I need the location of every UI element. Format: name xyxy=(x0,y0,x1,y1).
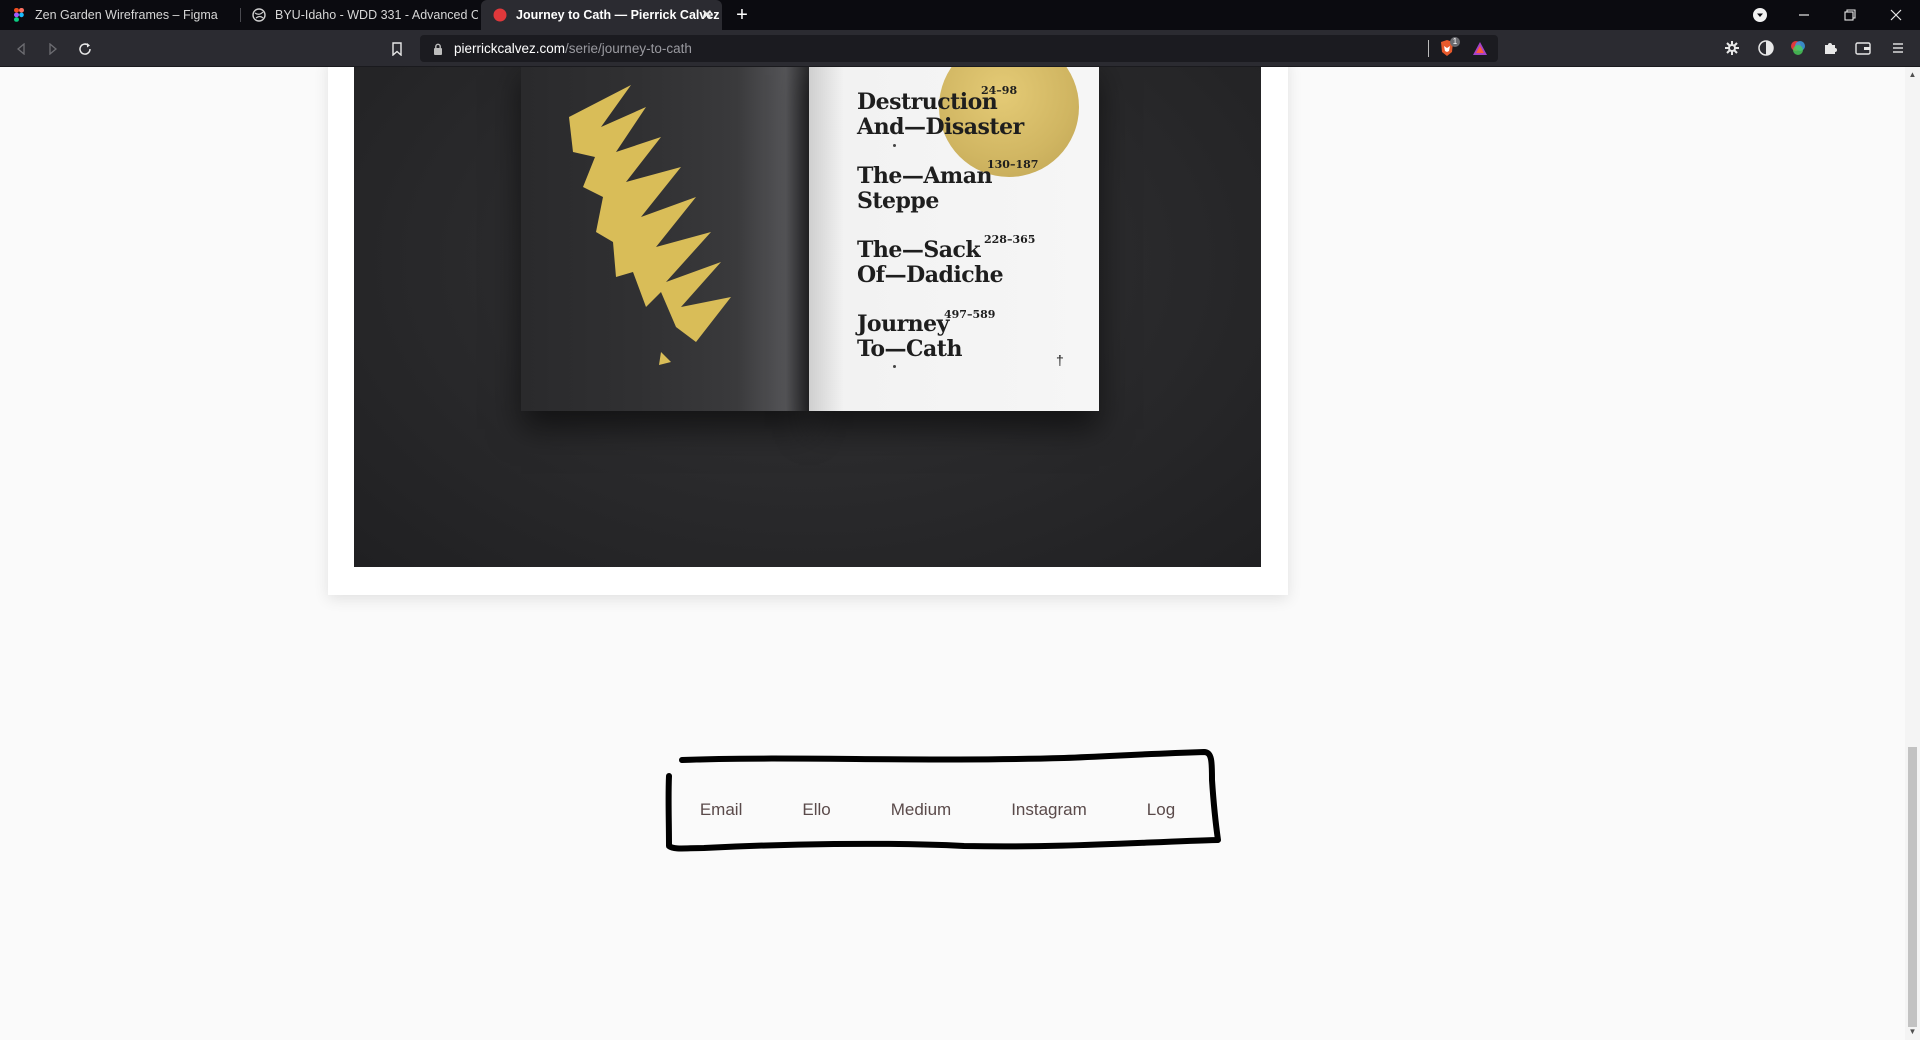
footer-link-medium[interactable]: Medium xyxy=(861,800,981,820)
reload-icon[interactable] xyxy=(72,36,98,62)
extensions-icon[interactable] xyxy=(1820,38,1840,58)
toc-entry-title: Steppe xyxy=(857,188,939,214)
tab-title: Zen Garden Wireframes – Figma xyxy=(35,8,218,22)
footer-links: Email Ello Medium Instagram Log xyxy=(670,800,1205,820)
project-image-card: Destruction And—Disaster 24–98 The—Aman … xyxy=(328,67,1288,595)
figma-icon xyxy=(12,8,26,22)
toc-page-range: 497–589 xyxy=(944,308,996,321)
close-tab-icon[interactable]: ✕ xyxy=(700,8,714,22)
address-bar[interactable]: pierrickcalvez.com/serie/journey-to-cath… xyxy=(420,35,1498,62)
url-path: /serie/journey-to-cath xyxy=(565,41,692,56)
scrollbar-thumb[interactable] xyxy=(1908,747,1917,1027)
lock-icon xyxy=(433,42,443,60)
dark-reader-icon[interactable] xyxy=(1756,38,1776,58)
tab-figma[interactable]: Zen Garden Wireframes – Figma xyxy=(0,0,240,30)
footer-link-log[interactable]: Log xyxy=(1117,800,1205,820)
tab-title: Journey to Cath — Pierrick Calvez xyxy=(516,8,720,22)
bookmark-icon[interactable] xyxy=(384,36,410,62)
toc-entry-title: Of—Dadiche xyxy=(857,262,1004,288)
scroll-up-icon[interactable]: ▲ xyxy=(1908,70,1917,79)
close-window-icon[interactable] xyxy=(1873,0,1919,30)
color-picker-icon[interactable] xyxy=(1788,38,1808,58)
tab-bar: Zen Garden Wireframes – Figma BYU-Idaho … xyxy=(0,0,1920,30)
browser-toolbar: pierrickcalvez.com/serie/journey-to-cath… xyxy=(0,30,1920,67)
url-text: pierrickcalvez.com/serie/journey-to-cath xyxy=(454,41,692,56)
globe-icon xyxy=(252,8,266,22)
menu-icon[interactable] xyxy=(1888,38,1908,58)
gold-foil-illustration xyxy=(569,85,731,365)
book-right-page: Destruction And—Disaster 24–98 The—Aman … xyxy=(809,67,1099,411)
toc-page-range: 228–365 xyxy=(984,233,1036,246)
url-divider xyxy=(1428,40,1429,57)
page-content: Destruction And—Disaster 24–98 The—Aman … xyxy=(0,67,1905,1040)
toc-entry-title: And—Disaster xyxy=(857,114,1024,140)
toc-entry-2: The—Aman Steppe xyxy=(857,164,992,214)
toc-entry-3: The—Sack Of—Dadiche xyxy=(857,237,1004,288)
forward-icon[interactable] xyxy=(40,36,66,62)
url-host: pierrickcalvez.com xyxy=(454,41,566,56)
wallet-icon[interactable] xyxy=(1853,38,1873,58)
minimize-icon[interactable] xyxy=(1781,0,1827,30)
footer-link-ello[interactable]: Ello xyxy=(772,800,860,820)
footer-link-email[interactable]: Email xyxy=(670,800,773,820)
tab-journey-to-cath[interactable]: Journey to Cath — Pierrick Calvez ✕ xyxy=(481,0,722,30)
brave-rewards-icon[interactable] xyxy=(1472,41,1488,61)
book-left-page xyxy=(521,67,809,411)
toc-entry-1: Destruction And—Disaster xyxy=(857,90,1024,140)
footer-nav: Email Ello Medium Instagram Log xyxy=(0,800,1905,820)
new-tab-button[interactable]: + xyxy=(730,3,754,27)
toc-entry-title: To—Cath xyxy=(857,336,962,362)
site-favicon xyxy=(493,8,507,22)
vertical-scrollbar[interactable]: ▲ ▼ xyxy=(1905,67,1920,1040)
tab-title: BYU-Idaho - WDD 331 - Advanced CS xyxy=(275,8,478,22)
toc-entry-title: The—Aman xyxy=(857,163,992,189)
toc-entry-title: The—Sack xyxy=(857,237,981,263)
toc-page-range: 24–98 xyxy=(981,84,1018,97)
back-icon[interactable] xyxy=(8,36,34,62)
dagger-mark: † xyxy=(1056,352,1064,368)
toc-page-range: 130–187 xyxy=(987,158,1039,171)
scroll-down-icon[interactable]: ▼ xyxy=(1908,1027,1917,1036)
settings-extension-icon[interactable] xyxy=(1722,38,1742,58)
footer-link-instagram[interactable]: Instagram xyxy=(981,800,1117,820)
toc-bullet xyxy=(893,144,896,147)
shields-count-badge: 1 xyxy=(1450,37,1460,47)
restore-icon[interactable] xyxy=(1827,0,1873,30)
tab-byui[interactable]: BYU-Idaho - WDD 331 - Advanced CS xyxy=(240,0,478,30)
toc-bullet xyxy=(893,365,896,368)
book-spread-photo: Destruction And—Disaster 24–98 The—Aman … xyxy=(354,67,1261,567)
tab-search-icon[interactable] xyxy=(1737,0,1783,30)
